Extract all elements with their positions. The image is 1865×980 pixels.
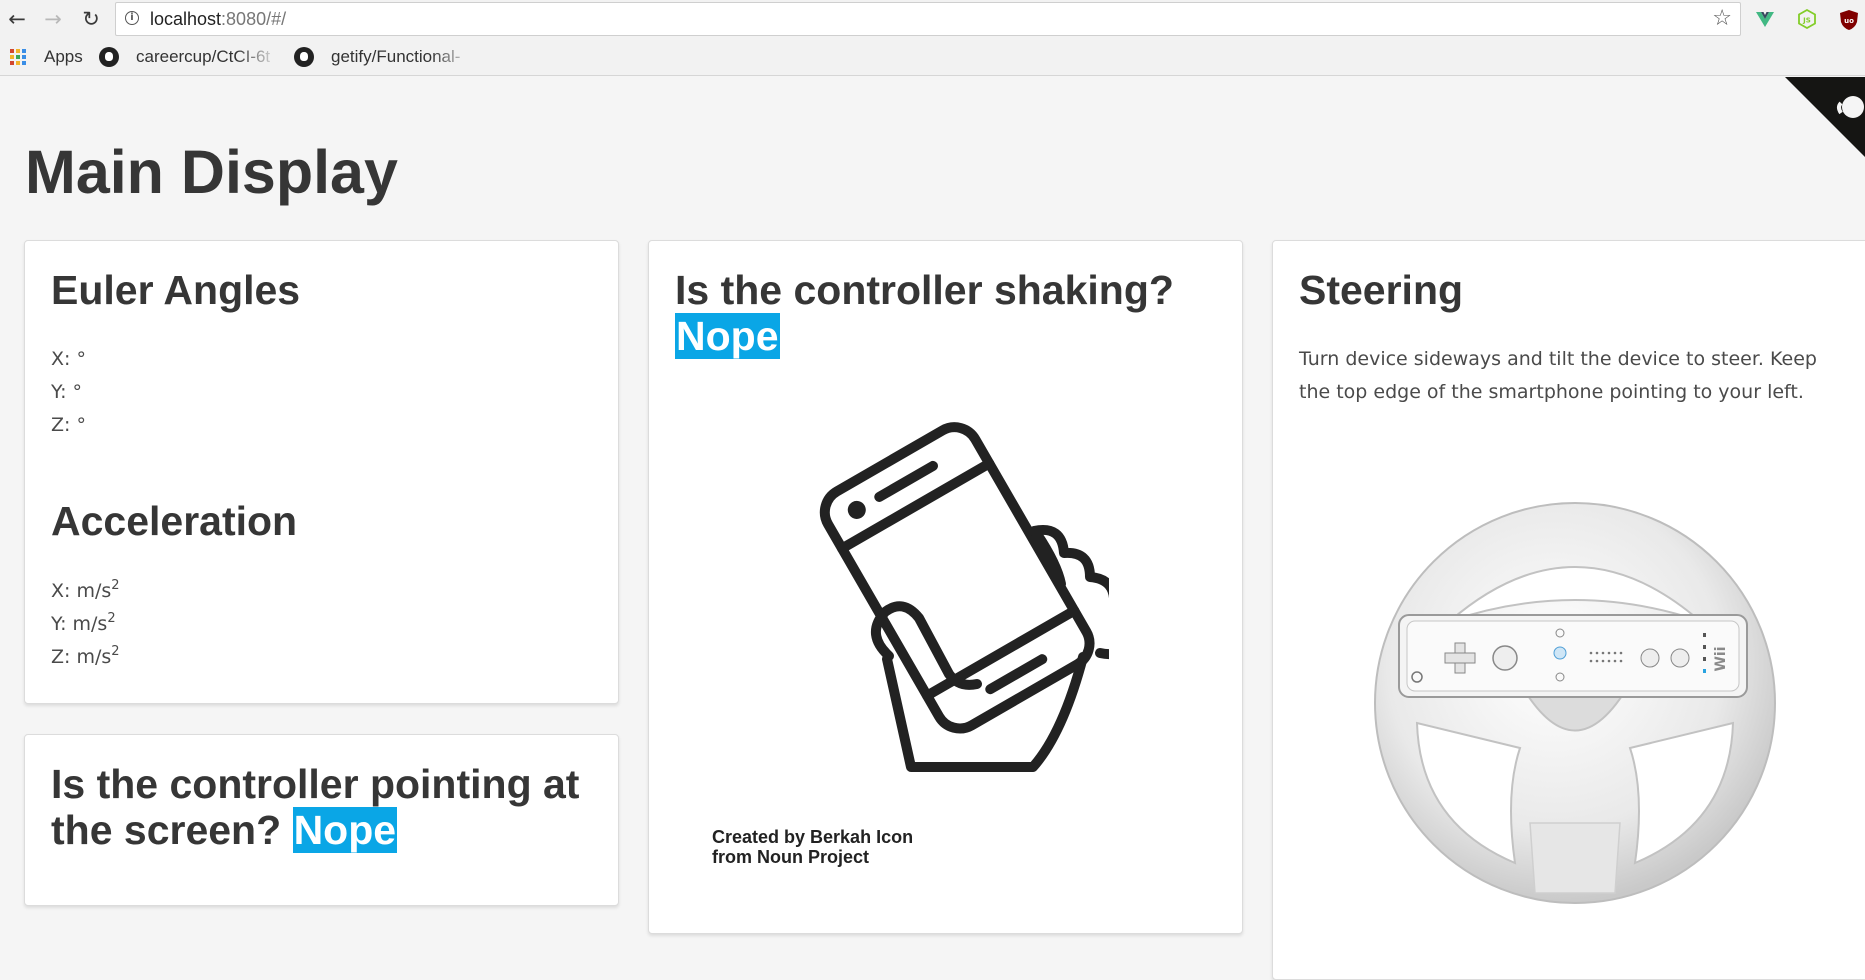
pointing-answer-badge: Nope: [292, 807, 398, 853]
steering-description: Turn device sideways and tilt the device…: [1299, 348, 1817, 403]
svg-text:uo: uo: [1844, 17, 1854, 25]
euler-y: Y: °: [51, 381, 83, 403]
orientation-card: Euler Angles X: ° Y: ° Z: ° Acceleration…: [24, 240, 619, 704]
wii-logo: Wii: [1713, 646, 1729, 671]
bookmark-ctci[interactable]: careercup/CtCI-6t: [136, 38, 279, 75]
bookmark-star-icon[interactable]: ☆: [1712, 5, 1732, 33]
github-icon: [294, 47, 314, 67]
euler-heading: Euler Angles: [51, 267, 301, 313]
nodejs-icon[interactable]: JS: [1797, 8, 1817, 30]
steering-heading: Steering: [1299, 267, 1464, 313]
browser-toolbar: ← → ↻ i localhost:8080/#/ ☆ JS uo: [0, 0, 1865, 38]
url-host: localhost: [150, 9, 222, 29]
page-title: Main Display: [25, 138, 398, 206]
bookmark-apps[interactable]: Apps: [44, 38, 83, 75]
accel-x: X: m/s2: [51, 578, 120, 602]
shaking-answer-badge: Nope: [675, 313, 780, 359]
info-icon[interactable]: i: [125, 11, 139, 25]
acceleration-readout: X: m/s2 Y: m/s2 Z: m/s2: [51, 575, 120, 674]
address-bar[interactable]: i localhost:8080/#/ ☆: [115, 2, 1741, 36]
steering-wheel-image: Wii: [1374, 502, 1776, 904]
euler-x: X: °: [51, 348, 86, 370]
shaking-question: Is the controller shaking? Nope: [675, 267, 1174, 359]
euler-z: Z: °: [51, 414, 86, 436]
url-path: :8080/#/: [221, 9, 287, 29]
bookmark-functional[interactable]: getify/Functional-: [331, 38, 474, 75]
github-corner-icon[interactable]: [1785, 77, 1865, 157]
credit-line-1: Created by Berkah Icon: [712, 827, 914, 847]
github-icon: [99, 47, 119, 67]
euler-readout: X: ° Y: ° Z: °: [51, 343, 86, 442]
bookmarks-bar: Apps careercup/CtCI-6t getify/Functional…: [0, 38, 1865, 76]
vue-devtools-icon[interactable]: [1755, 9, 1775, 29]
accel-z: Z: m/s2: [51, 644, 120, 668]
pointing-card: Is the controller pointing at the screen…: [24, 734, 619, 906]
back-arrow-icon[interactable]: ←: [4, 6, 30, 32]
reload-icon[interactable]: ↻: [78, 6, 104, 32]
pointing-question: Is the controller pointing at the screen…: [51, 761, 580, 853]
ublock-icon[interactable]: uo: [1838, 9, 1858, 30]
apps-grid-icon[interactable]: [10, 49, 26, 65]
steering-card: Steering Turn device sideways and tilt t…: [1272, 240, 1865, 980]
shaking-card: Is the controller shaking? Nope Created b…: [648, 240, 1243, 934]
accel-y: Y: m/s2: [51, 611, 116, 635]
credit-line-2: from Noun Project: [712, 847, 870, 867]
url-text[interactable]: localhost:8080/#/: [150, 3, 286, 35]
hand-phone-icon: [819, 422, 1109, 772]
forward-arrow-icon[interactable]: →: [40, 6, 66, 32]
icon-credit: Created by Berkah Icon from Noun Project: [712, 827, 913, 867]
acceleration-heading: Acceleration: [51, 498, 298, 544]
svg-text:JS: JS: [1802, 17, 1811, 25]
